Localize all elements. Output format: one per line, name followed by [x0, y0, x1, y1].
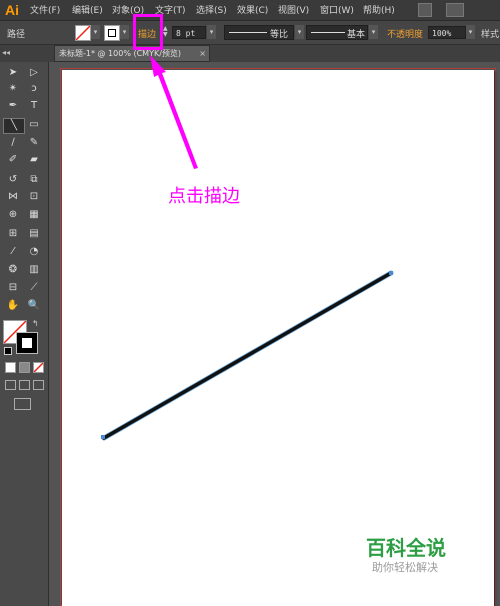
menu-file[interactable]: 文件(F): [30, 3, 60, 16]
annotation-highlight-box: [133, 14, 163, 50]
stroke-square-icon: [108, 29, 116, 37]
stroke-weight-field[interactable]: 8 pt: [172, 26, 206, 39]
scale-tool-icon[interactable]: ⧉: [24, 173, 44, 187]
style-label[interactable]: 样式: [481, 27, 499, 40]
stroke-weight-stepper[interactable]: ▲ ▼: [163, 26, 171, 38]
none-color-icon: [76, 26, 90, 40]
watermark-title: 百科全说: [366, 536, 446, 560]
watermark-subtitle: 助你轻松解决: [372, 561, 438, 574]
gradient-mode-icon[interactable]: [19, 362, 30, 373]
collapse-panels-icon[interactable]: ◂◂: [2, 48, 10, 57]
brush-line-icon: [311, 32, 345, 33]
line-path[interactable]: [62, 70, 494, 606]
anchor-point-end[interactable]: [389, 271, 393, 275]
draw-inside-icon[interactable]: [33, 380, 44, 390]
profile-dropdown[interactable]: ▾: [295, 25, 304, 39]
stroke-color-box[interactable]: [16, 332, 38, 354]
opacity-dropdown[interactable]: ▾: [466, 25, 475, 39]
rectangle-tool-icon[interactable]: ▭: [24, 118, 44, 132]
menu-select[interactable]: 选择(S): [196, 3, 227, 16]
pen-tool-icon[interactable]: ✒: [3, 99, 23, 113]
lasso-tool-icon[interactable]: ↄ: [24, 82, 44, 96]
tools-panel: ➤ ▷ ✴ ↄ ✒ T ╲ ▭ ∕ ✎ ✐ ▰ ↺ ⧉ ⋈ ⊡ ⊕ ▦ ⊞ ▤ …: [0, 62, 49, 606]
paintbrush-tool-icon[interactable]: ∕: [3, 136, 23, 150]
gradient-tool-icon[interactable]: ▤: [24, 227, 44, 241]
brush-label: 基本: [347, 30, 366, 40]
menu-effect[interactable]: 效果(C): [237, 3, 268, 16]
brush-definition[interactable]: 基本: [306, 25, 368, 40]
opacity-field[interactable]: 100%: [428, 26, 466, 39]
mesh-tool-icon[interactable]: ⊞: [3, 227, 23, 241]
free-transform-tool-icon[interactable]: ⊡: [24, 190, 44, 204]
annotation-text: 点击描边: [168, 186, 240, 207]
annotation-arrow-icon: [150, 55, 198, 169]
symbol-sprayer-tool-icon[interactable]: ❂: [3, 263, 23, 277]
profile-label: 等比: [270, 30, 289, 40]
hand-tool-icon[interactable]: ✋: [3, 299, 23, 313]
magic-wand-tool-icon[interactable]: ✴: [3, 82, 23, 96]
selection-tool-icon[interactable]: ➤: [3, 66, 23, 80]
draw-normal-icon[interactable]: [5, 380, 16, 390]
type-tool-icon[interactable]: T: [24, 99, 44, 113]
line-segment-tool-icon[interactable]: ╲: [3, 118, 25, 134]
screen-mode-icon[interactable]: [14, 398, 31, 410]
variable-width-profile[interactable]: 等比: [224, 25, 294, 40]
zoom-tool-icon[interactable]: 🔍: [24, 299, 44, 313]
menu-view[interactable]: 视图(V): [278, 3, 309, 16]
path-label: 路径: [7, 30, 26, 40]
profile-line-icon: [229, 32, 267, 33]
anchor-point-start[interactable]: [101, 435, 105, 439]
column-graph-tool-icon[interactable]: ▥: [24, 263, 44, 277]
menu-window[interactable]: 窗口(W): [320, 3, 354, 16]
app-logo: Ai: [2, 1, 22, 19]
menu-help[interactable]: 帮助(H): [363, 3, 395, 16]
control-bar: 路径 ▾ ▾ 描边 ▲ ▼ 8 pt ▾ 等比 ▾ 基本 ▾ 不透明度 100% …: [0, 21, 500, 45]
stroke-dropdown[interactable]: ▾: [120, 25, 129, 39]
fill-dropdown[interactable]: ▾: [91, 25, 100, 39]
fill-swatch[interactable]: [75, 25, 91, 41]
eyedropper-tool-icon[interactable]: ⁄: [3, 245, 23, 259]
artboard-tool-icon[interactable]: ⊟: [3, 281, 23, 295]
pencil-tool-icon[interactable]: ✎: [24, 136, 44, 150]
swap-fill-stroke-icon[interactable]: ↰: [32, 319, 39, 328]
slice-tool-icon[interactable]: ⟋: [24, 281, 44, 295]
width-tool-icon[interactable]: ⋈: [3, 190, 23, 204]
menu-edit[interactable]: 编辑(E): [72, 3, 103, 16]
blob-brush-tool-icon[interactable]: ✐: [3, 153, 23, 167]
rotate-tool-icon[interactable]: ↺: [3, 173, 23, 187]
arrange-documents-icon[interactable]: [446, 3, 464, 17]
perspective-grid-tool-icon[interactable]: ▦: [24, 208, 44, 222]
artboard[interactable]: [62, 70, 494, 606]
stroke-swatch[interactable]: [104, 25, 120, 41]
blend-tool-icon[interactable]: ◔: [24, 245, 44, 259]
shape-builder-tool-icon[interactable]: ⊕: [3, 208, 23, 222]
none-mode-icon[interactable]: [33, 362, 44, 373]
brush-dropdown[interactable]: ▾: [369, 25, 378, 39]
default-colors-icon[interactable]: [4, 347, 12, 355]
draw-behind-icon[interactable]: [19, 380, 30, 390]
stroke-weight-dropdown[interactable]: ▾: [207, 25, 216, 39]
menu-bar: Ai 文件(F) 编辑(E) 对象(O) 文字(T) 选择(S) 效果(C) 视…: [0, 0, 500, 21]
color-mode-icon[interactable]: [5, 362, 16, 373]
bridge-icon[interactable]: [418, 3, 432, 17]
direct-selection-tool-icon[interactable]: ▷: [24, 66, 44, 80]
opacity-panel-link[interactable]: 不透明度: [387, 27, 423, 40]
eraser-tool-icon[interactable]: ▰: [24, 153, 44, 167]
